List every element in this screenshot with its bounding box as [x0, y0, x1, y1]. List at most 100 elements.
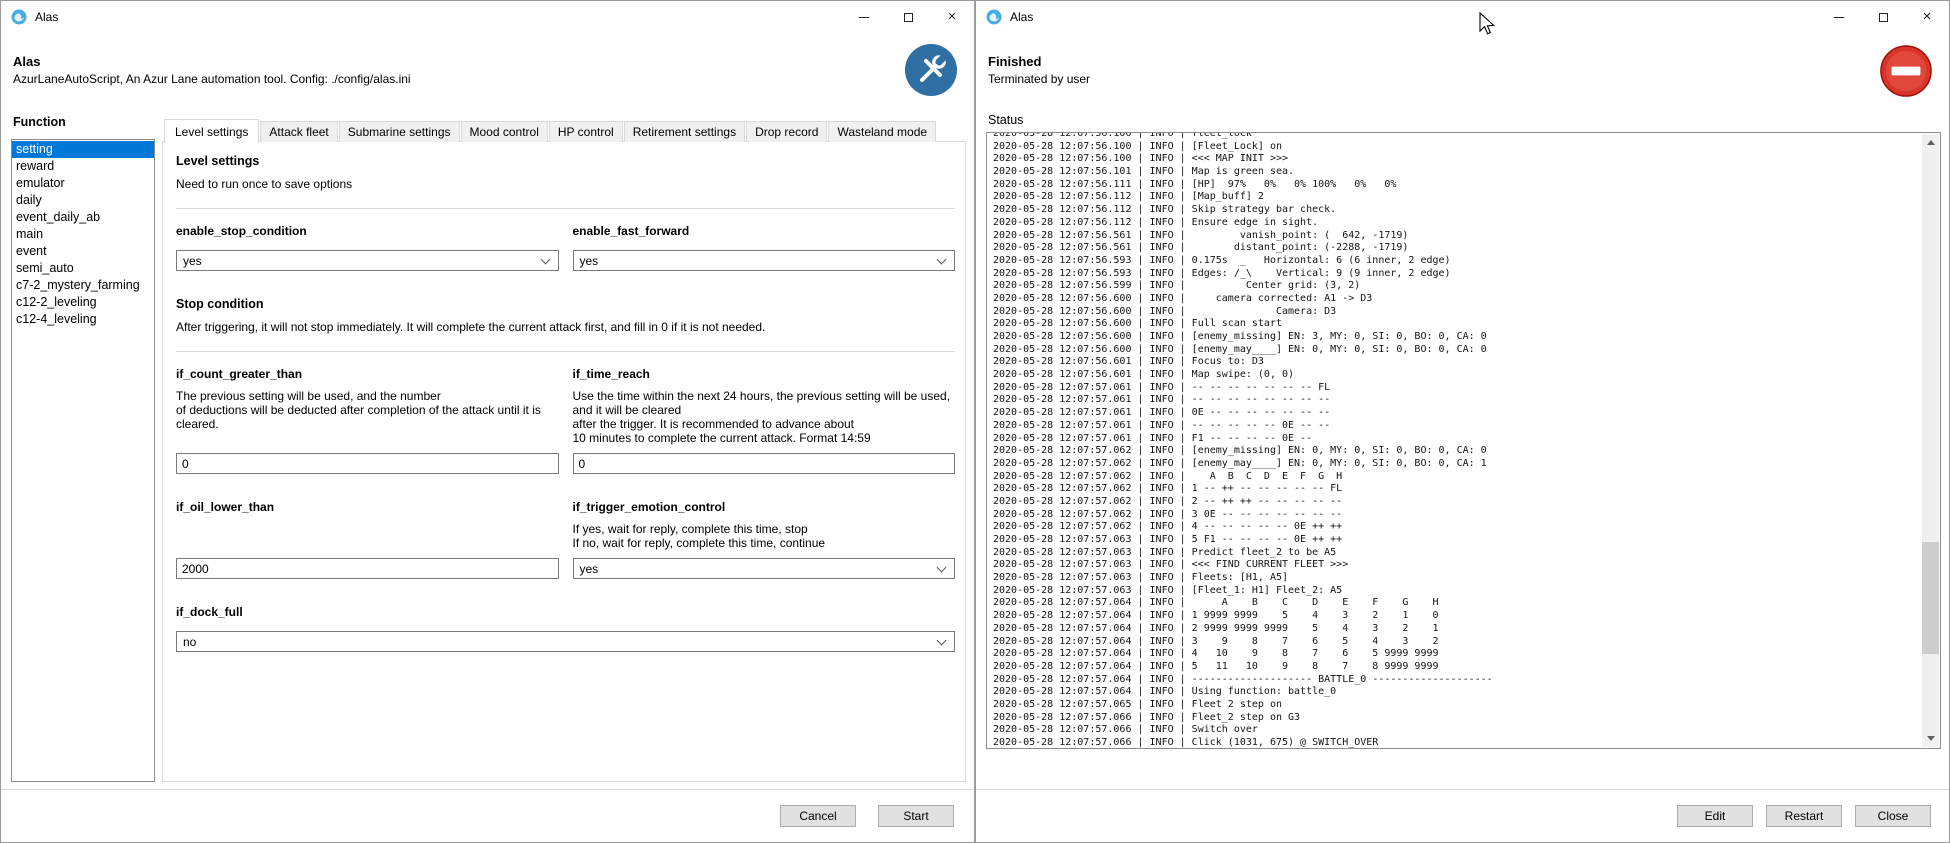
form-row-2: if_count_greater_than The previous setti… [176, 367, 955, 474]
form-row-4: if_dock_full no [176, 605, 955, 652]
function-list-item[interactable]: c12-4_leveling [12, 311, 154, 328]
if-count-greater-than-input[interactable] [176, 453, 559, 474]
function-list-item[interactable]: main [12, 226, 154, 243]
close-button[interactable]: ✕ [1905, 1, 1949, 33]
alas-log-window: Alas ✕ Finished Terminated by user St [975, 0, 1950, 843]
function-label: Function [13, 115, 155, 129]
log-line: 2020-05-28 12:07:56.600 | INFO | [enemy_… [993, 344, 1920, 357]
log-line: 2020-05-28 12:07:57.064 | INFO | 1 9999 … [993, 610, 1920, 623]
log-line: 2020-05-28 12:07:56.593 | INFO | Edges: … [993, 268, 1920, 281]
function-list: settingrewardemulatordailyevent_daily_ab… [11, 139, 155, 782]
log-line: 2020-05-28 12:07:57.062 | INFO | [enemy_… [993, 445, 1920, 458]
function-list-item[interactable]: semi_auto [12, 260, 154, 277]
settings-tab[interactable]: Drop record [746, 121, 827, 142]
cancel-button[interactable]: Cancel [780, 805, 856, 827]
maximize-button[interactable] [886, 1, 930, 33]
scroll-up-button[interactable] [1922, 134, 1939, 151]
enable-fast-forward-select[interactable]: yes [573, 250, 956, 271]
log-line: 2020-05-28 12:07:57.066 | INFO | Switch … [993, 724, 1920, 737]
log-line: 2020-05-28 12:07:57.063 | INFO | Fleets:… [993, 572, 1920, 585]
function-list-item[interactable]: setting [12, 141, 154, 158]
field-desc: If yes, wait for reply, complete this ti… [573, 522, 956, 550]
right-body: Status 2020-05-28 12:07:56.100 | INFO | … [976, 107, 1949, 789]
function-list-item[interactable]: event_daily_ab [12, 209, 154, 226]
log-line: 2020-05-28 12:07:57.062 | INFO | A B C D… [993, 471, 1920, 484]
field-if-time-reach: if_time_reach Use the time within the ne… [573, 367, 956, 474]
settings-tab[interactable]: HP control [549, 121, 623, 142]
minimize-button[interactable] [1817, 1, 1861, 33]
function-list-item[interactable]: c12-2_leveling [12, 294, 154, 311]
log-line: 2020-05-28 12:07:56.561 | INFO | vanish_… [993, 230, 1920, 243]
close-button[interactable]: ✕ [930, 1, 974, 33]
settings-tab[interactable]: Level settings [164, 119, 259, 143]
enable-stop-condition-select[interactable]: yes [176, 250, 559, 271]
field-if-oil-lower-than: if_oil_lower_than [176, 500, 559, 579]
chevron-down-icon [937, 254, 947, 264]
maximize-button[interactable] [1861, 1, 1905, 33]
section-level-settings-desc: Need to run once to save options [176, 177, 955, 191]
scrollbar-thumb[interactable] [1922, 542, 1939, 654]
log-line: 2020-05-28 12:07:56.600 | INFO | camera … [993, 293, 1920, 306]
settings-tab[interactable]: Mood control [461, 121, 548, 142]
minimize-icon [859, 17, 869, 18]
log-line: 2020-05-28 12:07:56.600 | INFO | [enemy_… [993, 331, 1920, 344]
level-settings-panel: Level settings Need to run once to save … [162, 141, 966, 782]
settings-tab[interactable]: Wasteland mode [828, 121, 936, 142]
log-line: 2020-05-28 12:07:57.066 | INFO | Click (… [993, 737, 1920, 748]
close-icon: ✕ [947, 12, 956, 23]
log-scrollbar[interactable] [1922, 134, 1939, 747]
settings-tab[interactable]: Attack fleet [260, 121, 337, 142]
section-level-settings-title: Level settings [176, 154, 955, 168]
function-list-item[interactable]: event [12, 243, 154, 260]
field-if-trigger-emotion-control: if_trigger_emotion_control If yes, wait … [573, 500, 956, 579]
if-oil-lower-than-input[interactable] [176, 558, 559, 579]
maximize-icon [1879, 13, 1888, 22]
settings-tab[interactable]: Retirement settings [624, 121, 745, 142]
field-desc: The previous setting will be used, and t… [176, 389, 559, 431]
divider [176, 208, 955, 209]
scroll-down-button[interactable] [1922, 730, 1939, 747]
triangle-up-icon [1927, 136, 1935, 145]
log-line: 2020-05-28 12:07:56.599 | INFO | Center … [993, 280, 1920, 293]
log-line: 2020-05-28 12:07:56.601 | INFO | Map swi… [993, 369, 1920, 382]
restart-button[interactable]: Restart [1766, 805, 1842, 827]
log-line: 2020-05-28 12:07:57.061 | INFO | -- -- -… [993, 394, 1920, 407]
if-trigger-emotion-control-select[interactable]: yes [573, 558, 956, 579]
log-line: 2020-05-28 12:07:57.064 | INFO | A B C D… [993, 597, 1920, 610]
log-line: 2020-05-28 12:07:57.065 | INFO | Fleet 2… [993, 699, 1920, 712]
selected-value: yes [580, 254, 599, 268]
tab-bar: Level settingsAttack fleetSubmarine sett… [162, 118, 966, 142]
log-line: 2020-05-28 12:07:57.064 | INFO | 2 9999 … [993, 623, 1920, 636]
minimize-button[interactable] [842, 1, 886, 33]
log-line: 2020-05-28 12:07:56.101 | INFO | Map is … [993, 166, 1920, 179]
if-dock-full-select[interactable]: no [176, 631, 955, 652]
field-label: if_count_greater_than [176, 367, 559, 381]
field-label: if_dock_full [176, 605, 955, 619]
function-list-item[interactable]: reward [12, 158, 154, 175]
form-row-3: if_oil_lower_than if_trigger_emotion_con… [176, 500, 955, 579]
function-list-item[interactable]: daily [12, 192, 154, 209]
edit-button[interactable]: Edit [1677, 805, 1753, 827]
log-panel: 2020-05-28 12:07:56.100 | INFO | fleet_l… [986, 132, 1941, 749]
triangle-down-icon [1927, 736, 1935, 745]
close-window-button[interactable]: Close [1855, 805, 1931, 827]
status-group-label: Status [988, 113, 1941, 127]
left-window-title: Alas [35, 10, 58, 24]
function-list-item[interactable]: emulator [12, 175, 154, 192]
chevron-down-icon [540, 254, 550, 264]
divider [176, 351, 955, 352]
function-list-item[interactable]: c7-2_mystery_farming [12, 277, 154, 294]
log-line: 2020-05-28 12:07:57.063 | INFO | 5 F1 --… [993, 534, 1920, 547]
field-if-count-greater-than: if_count_greater_than The previous setti… [176, 367, 559, 474]
if-time-reach-input[interactable] [573, 453, 956, 474]
log-line: 2020-05-28 12:07:56.100 | INFO | [Fleet_… [993, 141, 1920, 154]
start-button[interactable]: Start [878, 805, 954, 827]
log-line: 2020-05-28 12:07:57.062 | INFO | [enemy_… [993, 458, 1920, 471]
function-sidebar: Function settingrewardemulatordailyevent… [1, 107, 162, 782]
settings-tab[interactable]: Submarine settings [339, 121, 460, 142]
log-line: 2020-05-28 12:07:56.112 | INFO | Skip st… [993, 204, 1920, 217]
selected-value: no [183, 635, 196, 649]
alas-logo-icon [986, 9, 1002, 25]
field-label: if_time_reach [573, 367, 956, 381]
log-line: 2020-05-28 12:07:57.062 | INFO | 3 0E --… [993, 509, 1920, 522]
